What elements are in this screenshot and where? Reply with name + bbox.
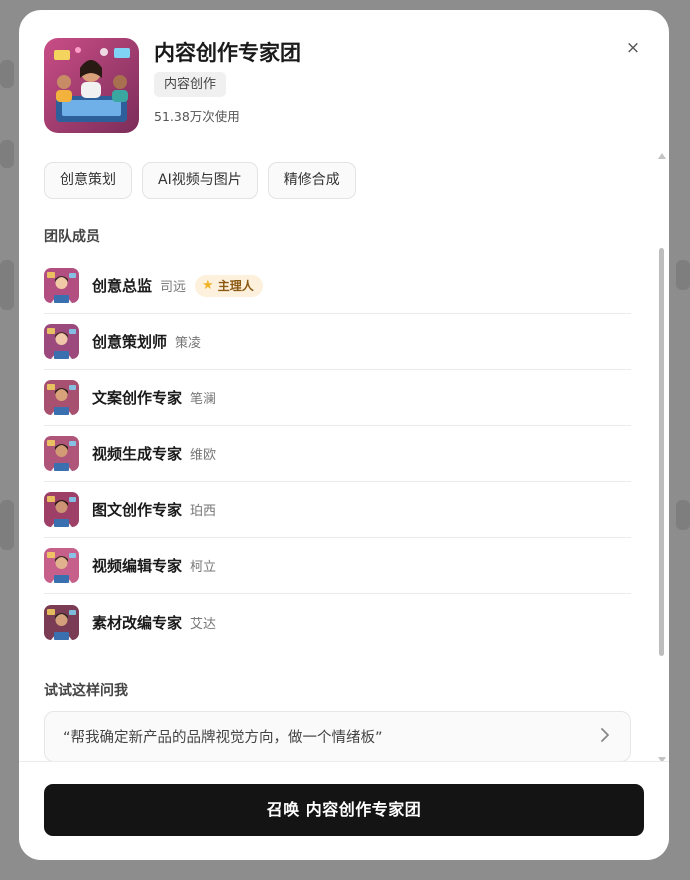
member-role: 文案创作专家 (92, 389, 183, 407)
close-icon: × (625, 38, 641, 58)
member-name: 策凌 (175, 336, 202, 351)
skill-tags: 创意策划 AI视频与图片 精修合成 (44, 162, 631, 199)
member-row[interactable]: 文案创作专家 笔澜 (44, 370, 631, 426)
scrollbar[interactable] (657, 153, 667, 763)
member-row[interactable]: 素材改编专家 艾达 (44, 594, 631, 650)
member-list: 创意总监 司远 ★ 主理人 创意策划师 策凌 文案创作专家 笔澜 视频生成专家 维… (44, 258, 631, 650)
modal-scroll-content: 创意策划 AI视频与图片 精修合成 团队成员 创意总监 司远 ★ 主理人 创意策划… (44, 158, 631, 761)
close-button[interactable]: × (623, 38, 643, 58)
member-row[interactable]: 视频生成专家 维欧 (44, 426, 631, 482)
team-avatar (44, 38, 139, 133)
member-role: 图文创作专家 (92, 501, 183, 519)
modal-footer: 召唤 内容创作专家团 (19, 761, 669, 860)
member-avatar (44, 492, 79, 527)
skill-tag-retouch-compose[interactable]: 精修合成 (267, 162, 356, 199)
members-section-title: 团队成员 (44, 229, 100, 245)
member-role: 视频编辑专家 (92, 557, 183, 575)
member-row[interactable]: 创意策划师 策凌 (44, 314, 631, 370)
scroll-up-arrow-icon[interactable] (658, 153, 666, 159)
prompt-suggestion-text: “帮我确定新产品的品牌视觉方向，做一个情绪板” (63, 730, 383, 746)
member-name: 笔澜 (190, 392, 217, 407)
host-badge: ★ 主理人 (195, 274, 263, 297)
modal-scroll-area[interactable]: 创意策划 AI视频与图片 精修合成 团队成员 创意总监 司远 ★ 主理人 创意策划… (19, 158, 669, 761)
member-avatar (44, 548, 79, 583)
team-header-info: 内容创作专家团 内容创作 51.38万次使用 (154, 38, 301, 133)
member-role: 素材改编专家 (92, 613, 183, 632)
team-title: 内容创作专家团 (154, 41, 301, 65)
team-header: 内容创作专家团 内容创作 51.38万次使用 (44, 38, 301, 133)
member-row[interactable]: 视频编辑专家 柯立 (44, 538, 631, 594)
usage-count: 51.38万次使用 (154, 109, 240, 124)
try-section-title: 试试这样问我 (44, 683, 128, 699)
host-badge-label: 主理人 (217, 278, 254, 293)
member-row[interactable]: 图文创作专家 珀西 (44, 482, 631, 538)
member-avatar (44, 436, 79, 471)
member-avatar (44, 380, 79, 415)
team-detail-modal: × 内容创作专家团 内容创作 51.38万次使用 创意策划 AI视频与图片 精修… (19, 10, 669, 860)
member-name: 维欧 (190, 448, 217, 463)
member-name: 艾达 (190, 616, 217, 632)
member-name: 柯立 (190, 560, 217, 575)
scrollbar-thumb[interactable] (659, 248, 664, 656)
star-icon: ★ (202, 277, 214, 293)
member-avatar (44, 604, 79, 640)
member-name: 珀西 (190, 504, 217, 519)
member-row[interactable]: 创意总监 司远 ★ 主理人 (44, 258, 631, 314)
skill-tag-ai-video-image[interactable]: AI视频与图片 (142, 162, 258, 199)
summon-team-button[interactable]: 召唤 内容创作专家团 (44, 784, 644, 836)
member-avatar (44, 268, 79, 303)
prompt-suggestion-card[interactable]: “帮我确定新产品的品牌视觉方向，做一个情绪板” (44, 711, 631, 761)
category-tag: 内容创作 (154, 72, 227, 97)
skill-tag-creative-planning[interactable]: 创意策划 (44, 162, 132, 199)
member-role: 视频生成专家 (92, 445, 183, 463)
member-avatar (44, 324, 79, 359)
member-name: 司远 (160, 280, 187, 295)
member-role: 创意总监 (92, 277, 153, 295)
member-role: 创意策划师 (92, 333, 168, 351)
chevron-right-icon (600, 726, 610, 747)
